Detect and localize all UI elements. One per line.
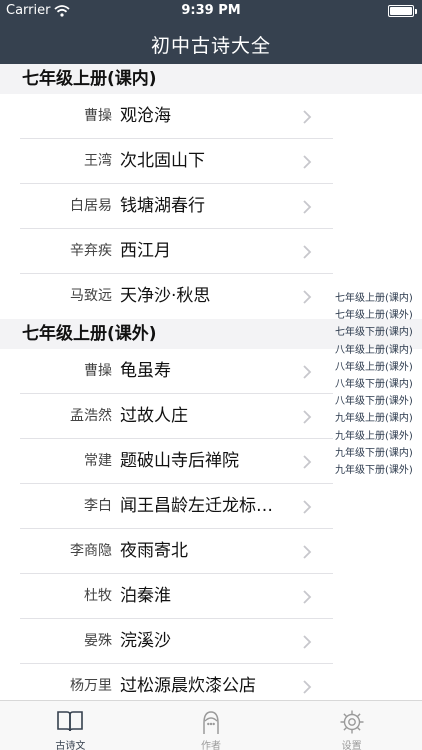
poem-author: 杜牧 bbox=[84, 588, 112, 604]
poem-title: 过故人庄 bbox=[120, 406, 188, 426]
chevron-right-icon bbox=[303, 590, 312, 604]
poem-title: 浣溪沙 bbox=[120, 631, 171, 651]
index-item[interactable]: 七年级上册(课外) bbox=[334, 307, 422, 324]
index-item[interactable]: 八年级上册(课外) bbox=[334, 359, 422, 376]
chevron-right-icon bbox=[303, 680, 312, 694]
list-item[interactable]: 辛弃疾 西江月 bbox=[0, 229, 422, 274]
list-item[interactable]: 王湾 次北固山下 bbox=[0, 139, 422, 184]
tab-label: 设置 bbox=[341, 741, 362, 750]
chevron-right-icon bbox=[303, 245, 312, 259]
index-item[interactable]: 八年级下册(课外) bbox=[334, 393, 422, 410]
tab-bar: 古诗文 作者 设置 bbox=[0, 700, 422, 750]
index-item[interactable]: 九年级下册(课内) bbox=[334, 445, 422, 462]
nav-bar: Carrier 9:39 PM 初中古诗大全 bbox=[0, 0, 422, 64]
status-time: 9:39 PM bbox=[181, 3, 241, 18]
poem-title: 夜雨寄北 bbox=[120, 541, 188, 561]
tab-label: 作者 bbox=[201, 741, 221, 750]
index-item[interactable]: 七年级上册(课内) bbox=[334, 290, 422, 307]
poem-title: 次北固山下 bbox=[120, 151, 205, 171]
chevron-right-icon bbox=[303, 500, 312, 514]
chevron-right-icon bbox=[303, 635, 312, 649]
poem-title: 观沧海 bbox=[120, 106, 171, 126]
tab-label: 古诗文 bbox=[55, 741, 86, 750]
chevron-right-icon bbox=[303, 200, 312, 214]
poem-author: 孟浩然 bbox=[70, 408, 112, 424]
index-item[interactable]: 九年级上册(课内) bbox=[334, 410, 422, 427]
list-item[interactable]: 杜牧 泊秦淮 bbox=[0, 574, 422, 619]
poem-author: 辛弃疾 bbox=[70, 243, 112, 259]
poem-author: 杨万里 bbox=[70, 678, 112, 694]
index-item[interactable]: 九年级上册(课外) bbox=[334, 428, 422, 445]
battery-icon bbox=[388, 5, 417, 17]
poem-author: 李商隐 bbox=[70, 543, 112, 559]
poem-author: 常建 bbox=[84, 453, 112, 469]
list-item[interactable]: 白居易 钱塘湖春行 bbox=[0, 184, 422, 229]
section-index-bar[interactable]: 七年级上册(课内) 七年级上册(课外) 七年级下册(课内) 八年级上册(课内) 八年级上… bbox=[334, 290, 422, 479]
list-item[interactable]: 曹操 观沧海 bbox=[0, 94, 422, 139]
list-item[interactable]: 杨万里 过松源晨炊漆公店 bbox=[0, 664, 422, 700]
poem-author: 王湾 bbox=[84, 153, 112, 169]
poem-title: 过松源晨炊漆公店 bbox=[120, 676, 256, 696]
index-item[interactable]: 八年级上册(课内) bbox=[334, 342, 422, 359]
poem-author: 曹操 bbox=[84, 363, 112, 379]
poem-author: 李白 bbox=[84, 498, 112, 514]
poem-title: 泊秦淮 bbox=[120, 586, 171, 606]
list-item[interactable]: 李商隐 夜雨寄北 bbox=[0, 529, 422, 574]
page-title: 初中古诗大全 bbox=[150, 35, 271, 57]
index-item[interactable]: 九年级下册(课外) bbox=[334, 462, 422, 479]
chevron-right-icon bbox=[303, 410, 312, 424]
status-bar: Carrier 9:39 PM bbox=[0, 0, 422, 22]
poem-title: 钱塘湖春行 bbox=[120, 196, 205, 216]
poem-title: 龟虽寿 bbox=[120, 361, 171, 381]
index-item[interactable]: 八年级下册(课内) bbox=[334, 376, 422, 393]
list-item[interactable]: 李白 闻王昌龄左迁龙标遥… bbox=[0, 484, 422, 529]
person-icon bbox=[203, 711, 219, 734]
chevron-right-icon bbox=[303, 155, 312, 169]
poem-author: 马致远 bbox=[70, 288, 112, 304]
section-header: 七年级上册(课内) bbox=[0, 64, 422, 94]
poem-author: 晏殊 bbox=[84, 633, 112, 649]
chevron-right-icon bbox=[303, 365, 312, 379]
chevron-right-icon bbox=[303, 290, 312, 304]
chevron-right-icon bbox=[303, 545, 312, 559]
list-item[interactable]: 晏殊 浣溪沙 bbox=[0, 619, 422, 664]
poem-title: 题破山寺后禅院 bbox=[120, 451, 239, 471]
poem-title: 天净沙·秋思 bbox=[120, 286, 211, 306]
poem-title: 闻王昌龄左迁龙标遥… bbox=[120, 496, 288, 516]
chevron-right-icon bbox=[303, 455, 312, 469]
poem-title: 西江月 bbox=[120, 241, 171, 261]
chevron-right-icon bbox=[303, 110, 312, 124]
tab-poems[interactable]: 古诗文 bbox=[0, 701, 141, 750]
poem-author: 白居易 bbox=[70, 198, 112, 214]
book-icon bbox=[57, 711, 84, 732]
index-item[interactable]: 七年级下册(课内) bbox=[334, 324, 422, 341]
section-rows: 曹操 观沧海 王湾 次北固山下 白居易 钱塘湖春行 辛弃疾 西江月 马致远 天净沙·秋思 bbox=[0, 94, 422, 319]
tab-settings[interactable]: 设置 bbox=[281, 701, 422, 750]
poem-author: 曹操 bbox=[84, 108, 112, 124]
tab-authors[interactable]: 作者 bbox=[141, 701, 282, 750]
gear-icon bbox=[340, 710, 364, 734]
